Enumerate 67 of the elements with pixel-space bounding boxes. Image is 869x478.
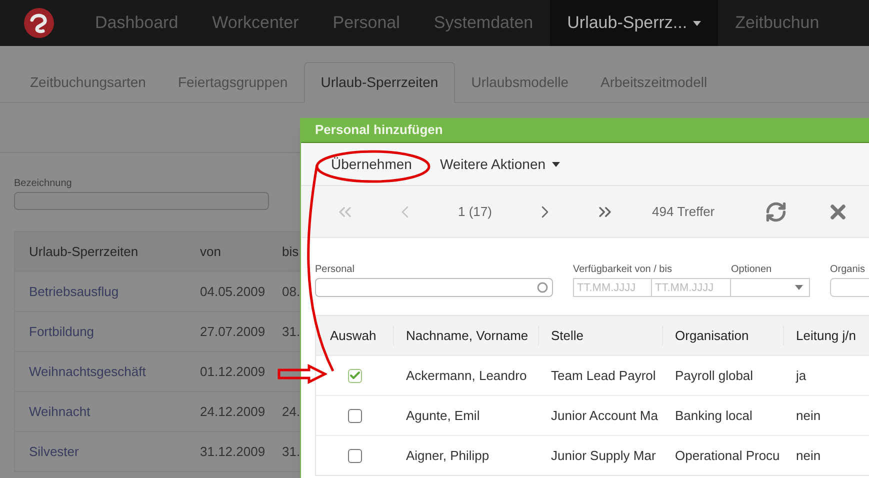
table-cell-text: 04.05.2009 [199,282,266,301]
table-link[interactable]: Weihnacht [15,402,186,422]
caret-icon [795,285,803,290]
tab[interactable]: Urlaubsmodelle [455,62,584,103]
table-cell-text: Junior Account Ma [550,406,659,425]
column-header: Leitung j/n [784,326,869,346]
table-cell-text: 27.07.2009 [199,322,266,341]
nav-item[interactable]: Personal [316,0,417,46]
table-cell-text: Operational Procu [674,446,781,465]
personal-field[interactable] [315,278,553,297]
tab[interactable]: Arbeitszeitmodell [584,62,724,103]
bezeichnung-field[interactable] [14,192,269,210]
field-label: Optionen [731,263,773,277]
table-cell-text: Payroll global [674,366,754,385]
toolbar-button[interactable]: Weitere Aktionen [440,154,560,174]
table-cell-text: nein [795,446,822,465]
logo-icon [23,7,55,39]
checkbox[interactable] [348,448,362,462]
nav-item[interactable]: Zeitbuchun [718,0,836,46]
table-cell-text: 31. [281,322,300,341]
field-label: Personal [315,263,356,277]
nav-item[interactable]: Systemdaten [416,0,550,46]
field-label: Verfügbarkeit von / bis [573,263,673,277]
pointer-arrow-icon [277,364,327,384]
column-header: Auswah [316,326,394,346]
nav-item[interactable]: Workcenter [195,0,316,46]
table-cell-text: 01.12.2009 [199,362,266,381]
dialog-title: Personal hinzufügen [301,118,869,143]
table-link[interactable]: Weihnachtsgeschäft [15,362,186,382]
checkbox[interactable] [348,368,362,382]
table-link[interactable]: Betriebsausflug [15,282,186,302]
column-header: von [199,242,222,261]
table-cell-text: 24.12.2009 [199,402,266,421]
tab[interactable]: Urlaub-Sperrzeiten [304,62,456,103]
options-select[interactable] [731,278,810,297]
table-cell-text: Junior Supply Mar [550,446,657,465]
table-link[interactable]: Fortbildung [15,322,186,342]
table-cell-text: 08. [281,282,300,301]
column-header: bis [281,242,299,261]
refresh-icon[interactable] [764,200,787,222]
nav-item[interactable]: Urlaub-Sperrz... [550,0,718,46]
search-circle-icon [537,282,548,293]
table-cell-text: Banking local [674,406,754,425]
table-cell-text: Ackermann, Leandro [405,366,528,385]
table-cell-text: Team Lead Payrol [550,366,657,385]
table-cell-text: ja [794,366,808,385]
table-cell-text: Agunte, Emil [405,406,481,425]
nav-item[interactable]: Dashboard [78,0,196,46]
tab[interactable]: Feiertagsgruppen [162,62,304,103]
table-cell-text: Aigner, Philipp [405,446,490,465]
field-label: Bezeichnung [14,177,73,191]
table-cell-text: 31. [281,442,300,461]
checkbox[interactable] [348,408,362,422]
hit-count: 494 Treffer [652,202,715,221]
field-label: Organis [830,263,866,277]
column-header: Organisation [663,326,784,346]
table-link[interactable]: Silvester [15,442,186,462]
column-header: Stelle [539,326,663,346]
table-cell-text: 31.12.2009 [199,442,266,461]
column-header: Urlaub-Sperrzeiten [28,242,140,261]
tab[interactable]: Zeitbuchungsarten [14,62,162,103]
date-from-field[interactable]: TT.MM.JJJJ [573,278,652,297]
date-to-field[interactable]: TT.MM.JJJJ [652,278,731,297]
table-cell-text: 24. [281,402,300,421]
table-cell-text: nein [795,406,822,425]
column-header: Nachname, Vorname [394,326,539,346]
page-indicator: 1 (17) [457,202,493,221]
